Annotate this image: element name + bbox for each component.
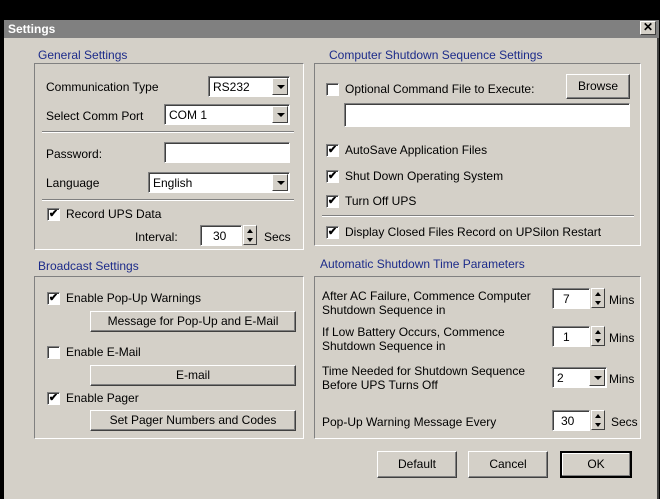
turn-off-ups-checkbox[interactable]: ✔ [326,195,339,208]
interval-unit: Secs [264,230,291,244]
comm-type-value: RS232 [213,80,250,94]
check-icon: ✔ [48,392,59,404]
time-needed-label-line1: Time Needed for Shutdown Sequence [322,364,526,378]
low-battery-value: 1 [563,330,570,344]
low-battery-label-line1: If Low Battery Occurs, Commence [322,325,505,339]
check-icon: ✔ [327,195,338,207]
check-icon: ✔ [327,170,338,182]
shutdown-os-checkbox[interactable]: ✔ [326,170,339,183]
shutdown-os-label: Shut Down Operating System [345,169,504,183]
interval-input[interactable]: 30 [200,225,242,246]
time-needed-select[interactable]: 2 [552,367,607,388]
low-battery-unit: Mins [609,331,635,345]
general-settings-title: General Settings [38,48,128,62]
low-battery-input[interactable]: 1 [552,326,590,347]
close-button[interactable]: ✕ [640,21,656,35]
separator [322,215,634,217]
check-icon: ✔ [48,208,59,220]
autosave-checkbox[interactable]: ✔ [326,144,339,157]
close-icon: ✕ [642,20,654,34]
window-title: Settings [8,22,56,36]
ac-failure-spinner[interactable] [591,288,605,308]
language-value: English [153,176,193,190]
display-closed-files-checkbox[interactable]: ✔ [326,226,339,239]
popup-every-label: Pop-Up Warning Message Every [322,415,497,429]
time-needed-unit: Mins [609,372,635,386]
comm-type-select[interactable]: RS232 [208,76,290,97]
language-select[interactable]: English [148,172,290,193]
comm-port-label: Select Comm Port [46,109,144,123]
low-battery-label-line2: Shutdown Sequence in [322,339,446,353]
ac-failure-input[interactable]: 7 [552,288,590,309]
interval-label: Interval: [135,230,178,244]
chevron-down-icon[interactable] [272,106,288,123]
optional-command-checkbox[interactable] [326,83,339,96]
auto-shutdown-title: Automatic Shutdown Time Parameters [320,257,525,271]
ok-button[interactable]: OK [560,451,632,478]
default-button[interactable]: Default [377,451,457,478]
ac-failure-label-line1: After AC Failure, Commence Computer [322,289,531,303]
cancel-button[interactable]: Cancel [468,451,548,478]
popup-message-button[interactable]: Message for Pop-Up and E-Mail [90,311,296,332]
chevron-down-icon[interactable] [272,174,288,191]
enable-popup-label: Enable Pop-Up Warnings [66,291,201,305]
comm-port-select[interactable]: COM 1 [164,104,290,125]
record-ups-data-label: Record UPS Data [66,207,162,221]
broadcast-settings-title: Broadcast Settings [38,259,139,273]
title-bar: Settings [4,20,659,38]
time-needed-label-line2: Before UPS Turns Off [322,378,438,392]
turn-off-ups-label: Turn Off UPS [345,194,417,208]
check-icon: ✔ [48,292,59,304]
command-file-input[interactable] [344,103,630,127]
separator [42,131,294,133]
enable-email-label: Enable E-Mail [66,345,141,359]
separator [42,199,294,201]
popup-every-spinner[interactable] [591,410,605,430]
autosave-label: AutoSave Application Files [345,143,488,157]
pager-codes-button[interactable]: Set Pager Numbers and Codes [90,410,296,431]
comm-port-value: COM 1 [169,108,208,122]
display-closed-files-label: Display Closed Files Record on UPSilon R… [345,225,602,239]
password-label: Password: [46,147,103,161]
record-ups-data-checkbox[interactable]: ✔ [47,208,60,221]
popup-every-input[interactable]: 30 [552,410,590,431]
enable-pager-label: Enable Pager [66,391,139,405]
interval-value: 30 [213,229,227,243]
browse-button[interactable]: Browse [566,74,630,99]
popup-every-value: 30 [561,414,575,428]
shutdown-sequence-title: Computer Shutdown Sequence Settings [329,48,543,62]
low-battery-spinner[interactable] [591,326,605,346]
enable-pager-checkbox[interactable]: ✔ [47,392,60,405]
language-label: Language [46,176,100,190]
comm-type-label: Communication Type [46,80,159,94]
chevron-down-icon[interactable] [589,369,605,386]
chevron-down-icon[interactable] [272,78,288,95]
email-button[interactable]: E-mail [90,365,296,386]
enable-email-checkbox[interactable] [47,346,60,359]
optional-command-label: Optional Command File to Execute: [345,82,535,96]
ac-failure-value: 7 [563,292,570,306]
interval-spinner[interactable] [243,225,257,245]
enable-popup-checkbox[interactable]: ✔ [47,292,60,305]
ac-failure-label-line2: Shutdown Sequence in [322,303,446,317]
password-field[interactable] [164,142,290,163]
check-icon: ✔ [327,226,338,238]
popup-every-unit: Secs [611,415,638,429]
ac-failure-unit: Mins [609,293,635,307]
check-icon: ✔ [327,144,338,156]
time-needed-value: 2 [557,371,564,385]
